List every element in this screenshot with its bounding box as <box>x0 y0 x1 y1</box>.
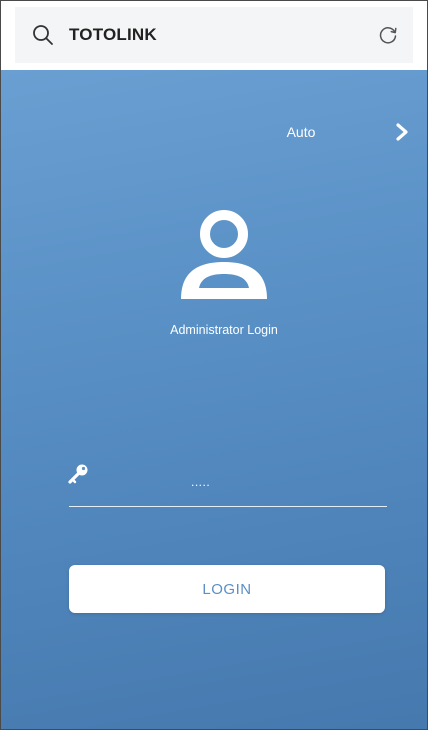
password-field[interactable]: ..... <box>69 462 387 507</box>
search-icon <box>33 25 53 45</box>
address-text: TOTOLINK <box>69 25 157 44</box>
login-screen: Auto Administrator Login ..... LOGIN <box>1 70 427 729</box>
chevron-right-icon[interactable] <box>393 122 411 142</box>
password-value: ..... <box>191 475 211 489</box>
browser-address-bar[interactable]: TOTOLINK <box>15 7 413 63</box>
key-icon <box>68 464 88 484</box>
login-button[interactable]: LOGIN <box>69 565 385 613</box>
phone-screen: TOTOLINK Auto Administrator Login ..... … <box>0 0 428 730</box>
page-title: Administrator Login <box>170 323 278 337</box>
user-icon <box>181 210 267 299</box>
mode-selector-label[interactable]: Auto <box>271 124 331 140</box>
refresh-icon[interactable] <box>377 24 399 46</box>
